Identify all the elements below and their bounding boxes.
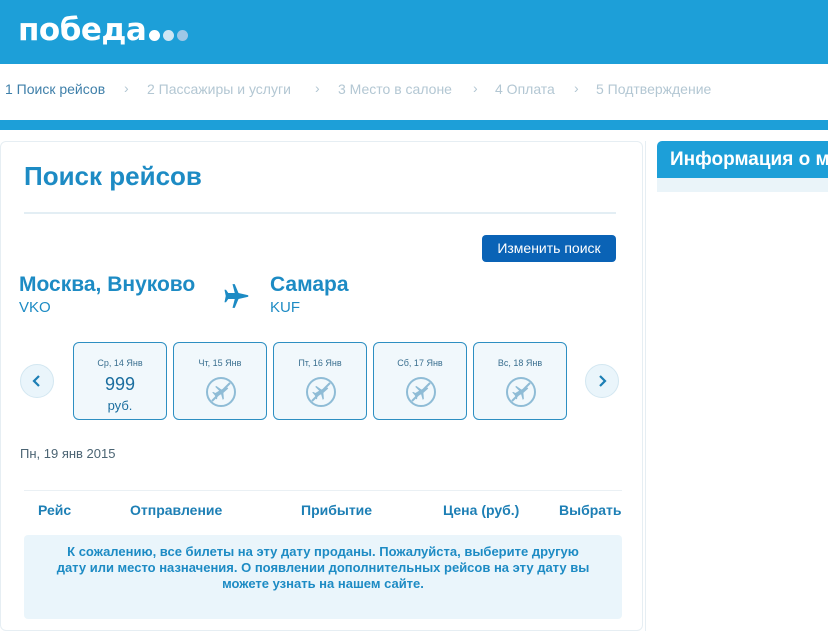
column-departure: Отправление: [130, 502, 223, 518]
flights-table-header: Рейс Отправление Прибытие Цена (руб.) Вы…: [24, 490, 622, 529]
column-arrival: Прибытие: [301, 502, 373, 518]
header-bar: победа: [0, 0, 828, 64]
step-separator-icon: ›: [473, 80, 478, 96]
day-label: Ср, 14 Янв: [97, 358, 143, 368]
day-card-thu-15[interactable]: Чт, 15 Янв: [173, 342, 267, 420]
step-separator-icon: ›: [124, 80, 129, 96]
column-flight: Рейс: [38, 502, 72, 518]
sidebar-title-shadow: [657, 178, 828, 192]
logo-dots: [149, 29, 191, 41]
change-search-button[interactable]: Изменить поиск: [482, 235, 616, 262]
no-flights-icon: [406, 377, 436, 407]
info-sidebar: Информация о м: [645, 141, 828, 631]
destination-code: KUF: [270, 299, 300, 316]
plane-icon: [224, 284, 249, 308]
no-flights-icon: [206, 377, 236, 407]
day-card-fri-16[interactable]: Пт, 16 Янв: [273, 342, 367, 420]
header-underline: [0, 120, 828, 130]
day-price: 999: [104, 374, 136, 394]
day-label: Вс, 18 Янв: [497, 358, 543, 368]
day-card-wed-14[interactable]: Ср, 14 Янв 999 руб.: [73, 342, 167, 420]
pobeda-logo[interactable]: победа: [18, 10, 191, 50]
column-price: Цена (руб.): [443, 502, 520, 518]
page-title: Поиск рейсов: [24, 161, 202, 191]
origin-city: Москва, Внуково: [19, 273, 196, 296]
prev-dates-button[interactable]: [20, 364, 54, 398]
origin-code: VKO: [19, 299, 51, 316]
logo-dot-2: [163, 29, 175, 41]
day-label: Сб, 17 Янв: [397, 358, 443, 368]
day-label: Пт, 16 Янв: [298, 358, 342, 368]
step-seat: 3 Место в салоне: [338, 81, 452, 97]
no-flights-icon: [506, 377, 536, 407]
step-separator-icon: ›: [574, 80, 579, 96]
day-currency: руб.: [107, 398, 133, 413]
chevron-left-icon: [32, 375, 40, 387]
no-flights-icon: [306, 377, 336, 407]
title-divider: [24, 212, 616, 214]
logo-dot-3: [177, 29, 189, 41]
next-dates-button[interactable]: [585, 364, 619, 398]
step-payment: 4 Оплата: [495, 81, 555, 97]
step-passengers: 2 Пассажиры и услуги: [147, 81, 291, 97]
day-card-sun-18[interactable]: Вс, 18 Янв: [473, 342, 567, 420]
day-card-sat-17[interactable]: Сб, 17 Янв: [373, 342, 467, 420]
selected-date: Пн, 19 янв 2015: [20, 446, 116, 461]
logo-text: победа: [18, 12, 147, 48]
destination-city: Самара: [270, 273, 349, 296]
column-select: Выбрать: [559, 502, 622, 518]
step-separator-icon: ›: [315, 80, 320, 96]
sold-out-notice: К сожалению, все билеты на эту дату прод…: [24, 535, 622, 619]
booking-steps: 1 Поиск рейсов › 2 Пассажиры и услуги › …: [0, 64, 828, 114]
chevron-right-icon: [599, 375, 607, 387]
logo-dot-1: [149, 29, 161, 41]
sidebar-title: Информация о м: [657, 141, 828, 178]
step-confirmation: 5 Подтверждение: [596, 81, 712, 97]
day-label: Чт, 15 Янв: [198, 358, 242, 368]
step-search[interactable]: 1 Поиск рейсов: [5, 81, 105, 97]
